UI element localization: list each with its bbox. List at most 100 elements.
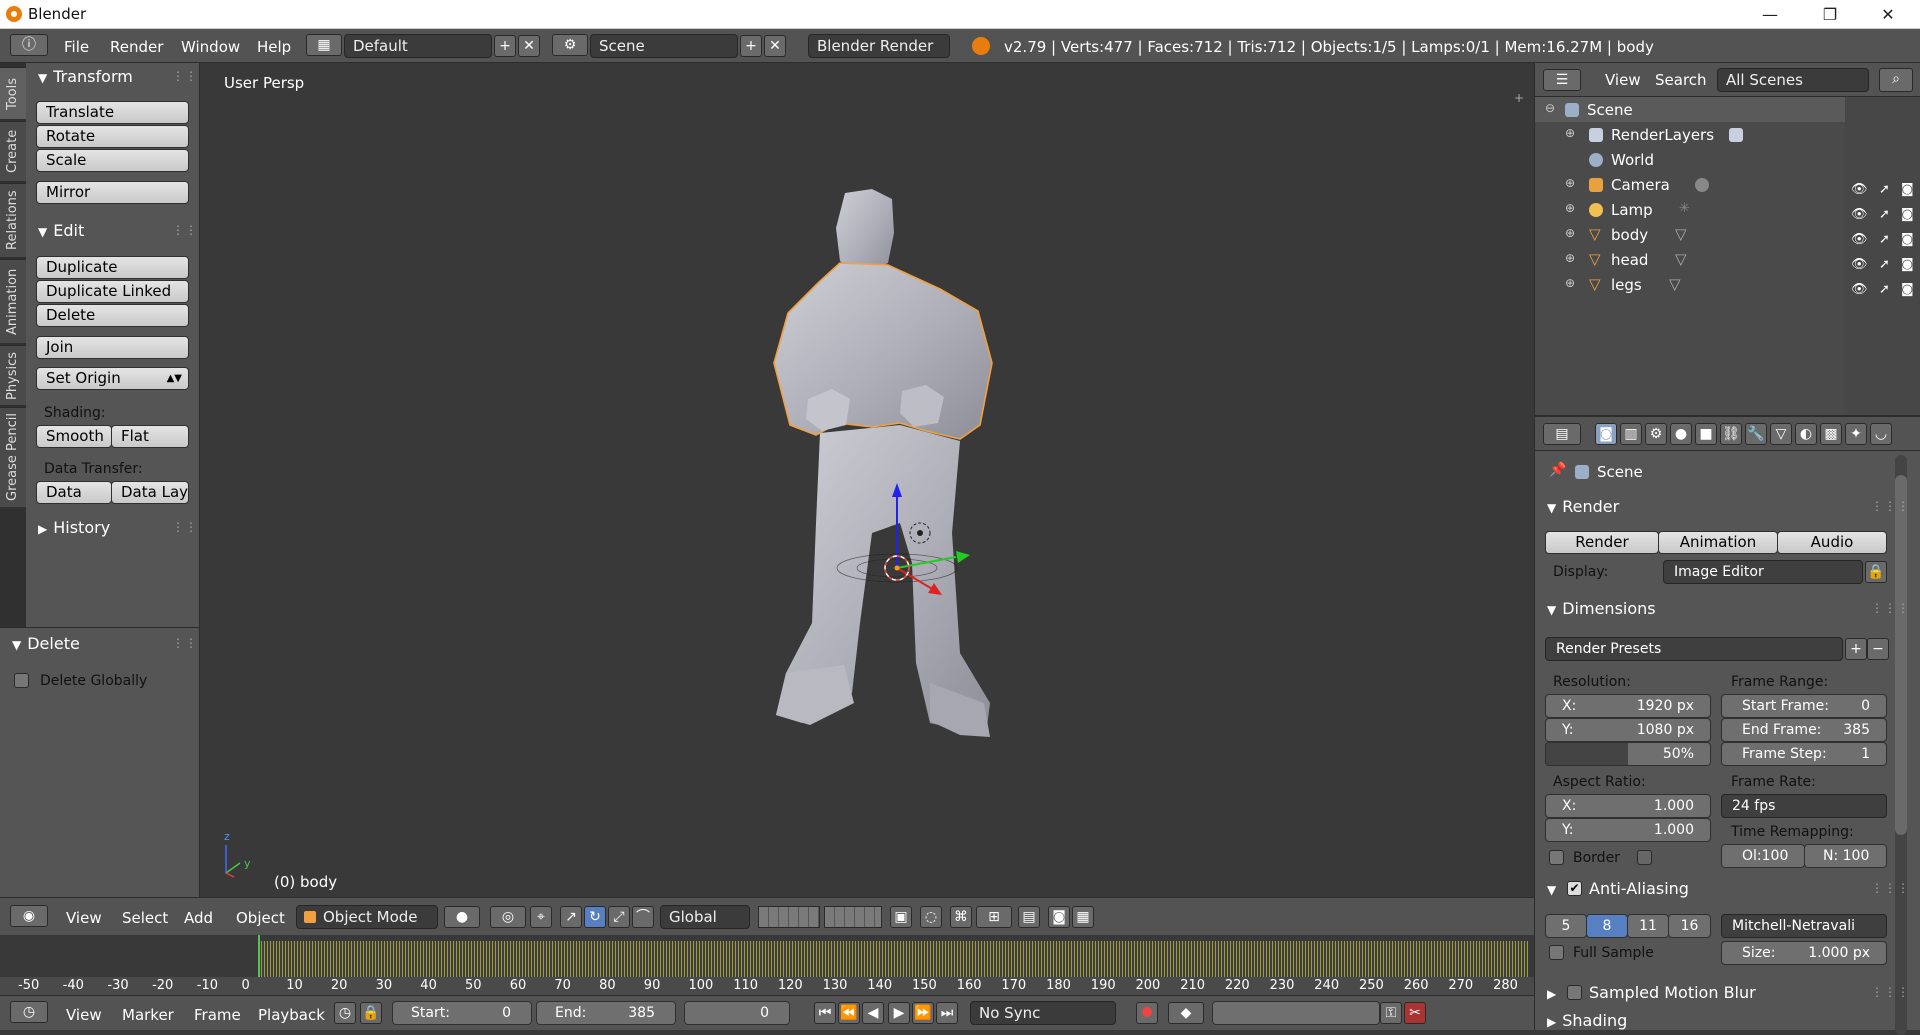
maximize-button[interactable]: ❐ bbox=[1802, 0, 1858, 29]
play-reverse-icon[interactable]: ◀ bbox=[862, 1002, 884, 1024]
outliner-item-world[interactable]: World bbox=[1535, 148, 1845, 173]
remove-scene-icon[interactable]: ✕ bbox=[764, 35, 786, 57]
resolution-y-field[interactable]: Y: 1080 px bbox=[1545, 718, 1711, 742]
lock-interface-icon[interactable]: 🔒 bbox=[1865, 561, 1887, 583]
join-button[interactable]: Join bbox=[36, 336, 189, 359]
aa-filter-select[interactable]: Mitchell-Netravali bbox=[1721, 914, 1887, 938]
tab-animation[interactable]: Animation bbox=[0, 259, 26, 343]
3d-viewport[interactable]: User Persp z y (0) body + bbox=[200, 63, 1534, 897]
smooth-button[interactable]: Smooth bbox=[36, 425, 112, 448]
mode-select[interactable]: Object Mode bbox=[296, 905, 438, 929]
translate-button[interactable]: Translate bbox=[36, 101, 189, 124]
frame-rate-select[interactable]: 24 fps bbox=[1721, 794, 1887, 818]
jump-next-key-icon[interactable]: ⏩ bbox=[912, 1002, 934, 1024]
aa-samples-5[interactable]: 5 bbox=[1545, 914, 1587, 938]
menu-file[interactable]: File bbox=[64, 38, 89, 56]
delete-keyframe-icon[interactable]: ✂ bbox=[1404, 1002, 1426, 1024]
properties-scrollbar[interactable] bbox=[1895, 455, 1907, 1035]
shading-panel-header[interactable]: ▶ Shading bbox=[1547, 1011, 1627, 1030]
scene-context-icon[interactable]: ⚙ bbox=[1645, 423, 1667, 445]
display-mode-select[interactable]: All Scenes bbox=[1717, 68, 1869, 92]
tab-create[interactable]: Create bbox=[0, 121, 26, 181]
current-frame-field[interactable]: 0 bbox=[684, 1001, 790, 1025]
add-scene-icon[interactable]: + bbox=[740, 35, 762, 57]
viewport-editor-type-icon[interactable]: ◉ bbox=[10, 905, 48, 927]
border-checkbox[interactable] bbox=[1549, 850, 1564, 865]
aa-samples-16[interactable]: 16 bbox=[1668, 914, 1711, 938]
lock-range-icon[interactable]: 🔒 bbox=[360, 1002, 382, 1024]
data-button[interactable]: Data bbox=[36, 481, 112, 504]
jump-end-icon[interactable]: ⏭ bbox=[936, 1002, 958, 1024]
jump-prev-key-icon[interactable]: ⏪ bbox=[838, 1002, 860, 1024]
outliner-item-camera[interactable]: ⊕ Camera bbox=[1535, 173, 1845, 198]
info-editor-type-icon[interactable]: ⓘ bbox=[10, 34, 48, 56]
duplicate-button[interactable]: Duplicate bbox=[36, 256, 189, 279]
delete-operator-header[interactable]: ▼ Delete bbox=[12, 634, 80, 653]
delete-globally-checkbox[interactable] bbox=[14, 673, 29, 688]
close-button[interactable]: ✕ bbox=[1860, 0, 1916, 29]
data-context-icon[interactable]: ▽ bbox=[1770, 423, 1792, 445]
layers-grid-right[interactable] bbox=[824, 906, 882, 928]
tab-tools[interactable]: Tools bbox=[0, 67, 26, 119]
screen-layout-icon[interactable]: ▦ bbox=[306, 34, 342, 56]
menu-window[interactable]: Window bbox=[181, 38, 240, 56]
duplicate-linked-button[interactable]: Duplicate Linked bbox=[36, 280, 189, 303]
drag-handle-icon[interactable]: ⋮⋮⋮ bbox=[1871, 601, 1910, 615]
opengl-render-icon[interactable]: ▤ bbox=[1018, 906, 1040, 928]
keying-set-field[interactable] bbox=[1212, 1001, 1380, 1025]
aa-size-field[interactable]: Size: 1.000 px bbox=[1721, 941, 1887, 965]
menu-help[interactable]: Help bbox=[257, 38, 291, 56]
tab-grease-pencil[interactable]: Grease Pencil bbox=[0, 407, 26, 507]
anti-aliasing-checkbox[interactable]: ✔ bbox=[1567, 881, 1582, 896]
data-lay-button[interactable]: Data Lay bbox=[111, 481, 189, 504]
outliner-item-scene[interactable]: ⊖ Scene bbox=[1535, 98, 1845, 123]
render-context-icon[interactable]: ◙ bbox=[1595, 423, 1617, 445]
insert-keyframe-icon[interactable]: ⚿ bbox=[1380, 1002, 1402, 1024]
edit-panel-header[interactable]: ▼ Edit bbox=[38, 221, 84, 240]
remove-layout-icon[interactable]: ✕ bbox=[518, 35, 540, 57]
render-button[interactable]: Render bbox=[1545, 531, 1659, 554]
aa-samples-8[interactable]: 8 bbox=[1586, 914, 1628, 938]
properties-editor-type-icon[interactable]: ▤ bbox=[1543, 423, 1581, 445]
outliner-item-head[interactable]: ⊕ ▽ head ▽ bbox=[1535, 248, 1845, 273]
scene-field[interactable]: Scene bbox=[590, 34, 738, 58]
render-presets-select[interactable]: Render Presets bbox=[1545, 637, 1843, 661]
menu-add[interactable]: Add bbox=[184, 909, 213, 927]
scale-button[interactable]: Scale bbox=[36, 149, 189, 172]
timeline-area[interactable]: -50 -40 -30 -20 -10 0 10 20 30 40 50 60 70 80 90 100 110… bbox=[0, 935, 1534, 995]
crop-checkbox[interactable] bbox=[1637, 850, 1652, 865]
orientation-select[interactable]: Global bbox=[660, 905, 750, 929]
tab-physics[interactable]: Physics bbox=[0, 345, 26, 405]
animation-button[interactable]: Animation bbox=[1658, 531, 1778, 554]
record-icon[interactable] bbox=[1136, 1002, 1158, 1024]
viewport-shading-icon[interactable]: ● bbox=[444, 906, 480, 928]
layers-grid-left[interactable] bbox=[758, 906, 820, 928]
drag-handle-icon[interactable]: ⋮⋮⋮ bbox=[1871, 499, 1910, 513]
menu-view[interactable]: View bbox=[1605, 71, 1641, 89]
material-context-icon[interactable]: ◐ bbox=[1795, 423, 1817, 445]
outliner-item-body[interactable]: ⊕ ▽ body ▽ bbox=[1535, 223, 1845, 248]
add-preset-icon[interactable]: + bbox=[1845, 638, 1867, 660]
lock-camera-icon[interactable]: ▣ bbox=[890, 906, 912, 928]
physics-context-icon[interactable]: ◡ bbox=[1870, 423, 1892, 445]
search-icon[interactable]: ⌕ bbox=[1879, 68, 1913, 92]
menu-object[interactable]: Object bbox=[236, 909, 285, 927]
menu-view[interactable]: View bbox=[66, 1006, 102, 1024]
full-sample-checkbox[interactable] bbox=[1549, 945, 1564, 960]
outliner-editor-type-icon[interactable]: ☰ bbox=[1543, 69, 1581, 91]
start-frame-field[interactable]: Start: 0 bbox=[392, 1001, 532, 1025]
aspect-x-field[interactable]: X: 1.000 bbox=[1545, 794, 1711, 818]
outliner-item-renderlayers[interactable]: ⊕ RenderLayers bbox=[1535, 123, 1845, 148]
minimize-button[interactable]: — bbox=[1742, 0, 1798, 29]
delete-button[interactable]: Delete bbox=[36, 304, 189, 327]
render-image-icon[interactable]: ◙ bbox=[1048, 906, 1070, 928]
time-remap-new-field[interactable]: N: 100 bbox=[1804, 844, 1887, 868]
anti-aliasing-panel-header[interactable]: ▼ bbox=[1547, 879, 1562, 898]
flat-button[interactable]: Flat bbox=[111, 425, 189, 448]
render-engine-select[interactable]: Blender Render bbox=[808, 34, 950, 58]
resolution-x-field[interactable]: X: 1920 px bbox=[1545, 694, 1711, 718]
menu-frame[interactable]: Frame bbox=[194, 1006, 241, 1024]
aa-samples-11[interactable]: 11 bbox=[1627, 914, 1669, 938]
audio-button[interactable]: Audio bbox=[1777, 531, 1887, 554]
end-frame-field[interactable]: End Frame: 385 bbox=[1721, 718, 1887, 742]
